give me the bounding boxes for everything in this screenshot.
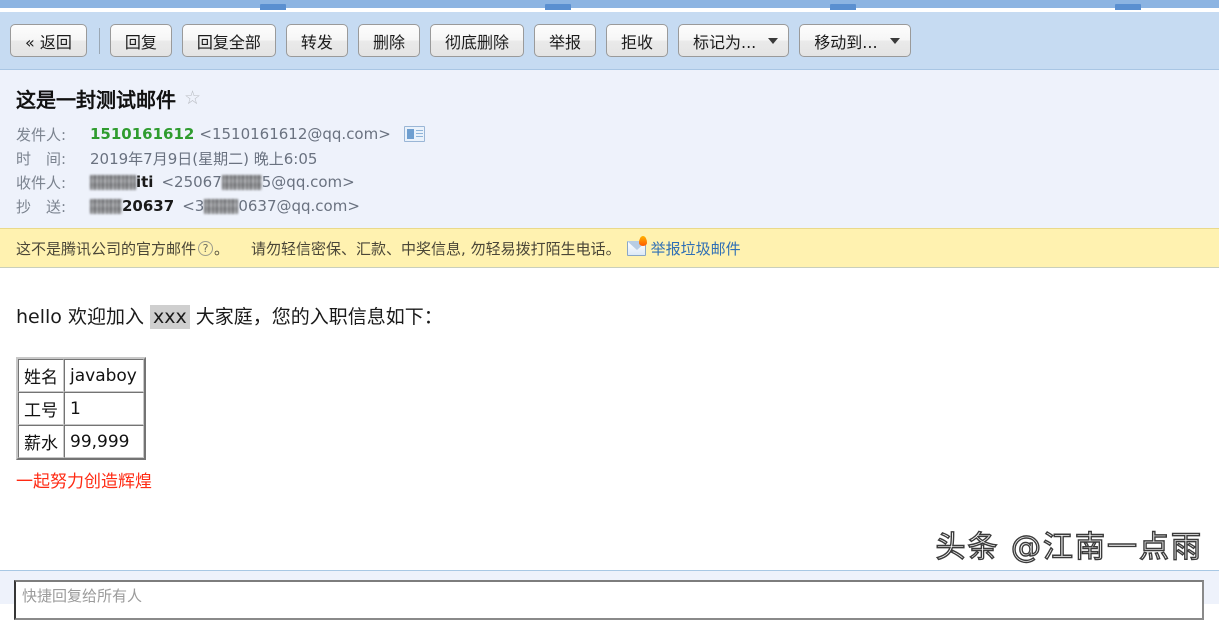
to-name[interactable]: iti	[136, 173, 153, 191]
cc-row: 抄 送: 20637 <3 0637@qq.com>	[16, 194, 1219, 218]
delete-permanently-button-label: 彻底删除	[444, 32, 509, 52]
row-key: 薪水	[18, 425, 64, 458]
to-address-prefix: <25067	[161, 173, 222, 191]
report-button[interactable]: 举报	[533, 24, 596, 57]
table-row: 薪水 99,999	[18, 425, 144, 458]
row-value: 1	[64, 392, 144, 425]
greeting-part1: hello 欢迎加入	[16, 306, 150, 328]
quick-reply-input[interactable]: 快捷回复给所有人	[14, 580, 1204, 620]
greeting-text: hello 欢迎加入 xxx 大家庭，您的入职信息如下：	[16, 302, 1219, 329]
contact-card-icon[interactable]	[403, 126, 425, 142]
subject-line: 这是一封测试邮件 ☆	[16, 84, 1219, 113]
from-address: <1510161612@qq.com>	[199, 125, 391, 143]
delete-button-label: 删除	[372, 32, 405, 52]
report-spam-link[interactable]: 举报垃圾邮件	[651, 238, 741, 259]
signoff-text: 一起努力创造辉煌	[16, 472, 152, 492]
forward-button-label: 转发	[300, 32, 333, 52]
cc-label: 抄 送:	[16, 197, 67, 216]
to-address-suffix: 5@qq.com>	[261, 173, 355, 191]
browser-tab-strip	[0, 0, 1219, 10]
to-row: 收件人: iti <25067 5@qq.com>	[16, 170, 1219, 194]
redacted-block	[90, 174, 136, 190]
to-label: 收件人:	[16, 173, 67, 192]
from-label: 发件人:	[16, 125, 67, 144]
cc-address-prefix: <3	[182, 197, 205, 215]
toolbar-separator	[98, 27, 100, 54]
row-key: 姓名	[18, 359, 64, 392]
company-placeholder: xxx	[150, 305, 190, 329]
chevron-down-icon	[768, 37, 779, 44]
table-row: 工号 1	[18, 392, 144, 425]
mark-as-dropdown-label: 标记为...	[693, 32, 757, 52]
warning-text: 这不是腾讯公司的官方邮件	[16, 239, 197, 258]
move-to-dropdown[interactable]: 移动到...	[799, 24, 911, 57]
row-key: 工号	[18, 392, 64, 425]
tab-stub[interactable]	[545, 4, 571, 10]
chevron-down-icon	[889, 37, 900, 44]
reply-button-label: 回复	[124, 32, 157, 52]
phishing-warning-bar: 这不是腾讯公司的官方邮件 ? 。 请勿轻信密保、汇款、中奖信息, 勿轻易拨打陌生…	[0, 228, 1219, 268]
mail-action-toolbar: « 返回 回复 回复全部 转发 删除 彻底删除 举报 拒收 标记为... 移动到…	[0, 12, 1219, 70]
spam-report-icon[interactable]	[626, 235, 647, 256]
move-to-dropdown-label: 移动到...	[814, 32, 878, 52]
cc-name-suffix[interactable]: 20637	[122, 197, 174, 215]
warning-period: 。	[214, 239, 230, 258]
back-button-label: « 返回	[25, 32, 72, 52]
quick-reply-footer: 快捷回复给所有人	[0, 571, 1219, 620]
row-value: javaboy	[64, 359, 144, 392]
back-button[interactable]: « 返回	[10, 24, 87, 57]
mail-body: hello 欢迎加入 xxx 大家庭，您的入职信息如下： 姓名 javaboy …	[0, 268, 1219, 548]
tab-stub[interactable]	[830, 4, 856, 10]
from-row: 发件人: 1510161612 <1510161612@qq.com>	[16, 122, 1219, 146]
cc-address-suffix: 0637@qq.com>	[238, 197, 360, 215]
time-value: 2019年7月9日(星期二) 晚上6:05	[90, 149, 318, 168]
delete-button[interactable]: 删除	[357, 24, 420, 57]
watermark: 头条 @江南一点雨	[935, 529, 1203, 565]
time-label: 时 间:	[16, 149, 67, 168]
reply-all-button[interactable]: 回复全部	[181, 24, 276, 57]
warning-advice-text: 请勿轻信密保、汇款、中奖信息, 勿轻易拨打陌生电话。	[251, 239, 621, 258]
report-button-label: 举报	[548, 32, 581, 52]
reject-button[interactable]: 拒收	[605, 24, 668, 57]
table-row: 姓名 javaboy	[18, 359, 144, 392]
onboarding-info-table: 姓名 javaboy 工号 1 薪水 99,999	[16, 357, 146, 460]
greeting-part2: 大家庭，您的入职信息如下：	[189, 306, 443, 328]
redacted-block	[221, 174, 262, 190]
reply-all-button-label: 回复全部	[196, 32, 261, 52]
star-icon[interactable]: ☆	[184, 89, 201, 108]
tab-stub[interactable]	[1115, 4, 1141, 10]
delete-permanently-button[interactable]: 彻底删除	[429, 24, 524, 57]
redacted-block	[90, 198, 122, 214]
reject-button-label: 拒收	[620, 32, 653, 52]
redacted-block	[204, 198, 239, 214]
from-name[interactable]: 1510161612	[90, 125, 194, 143]
time-row: 时 间: 2019年7月9日(星期二) 晚上6:05	[16, 146, 1219, 170]
help-icon[interactable]: ?	[198, 240, 214, 256]
page-title: 这是一封测试邮件	[16, 88, 176, 112]
mail-header: 这是一封测试邮件 ☆ 发件人: 1510161612 <1510161612@q…	[0, 70, 1219, 228]
forward-button[interactable]: 转发	[285, 24, 348, 57]
mark-as-dropdown[interactable]: 标记为...	[678, 24, 790, 57]
tab-stub[interactable]	[260, 4, 286, 10]
reply-button[interactable]: 回复	[109, 24, 172, 57]
row-value: 99,999	[64, 425, 144, 458]
